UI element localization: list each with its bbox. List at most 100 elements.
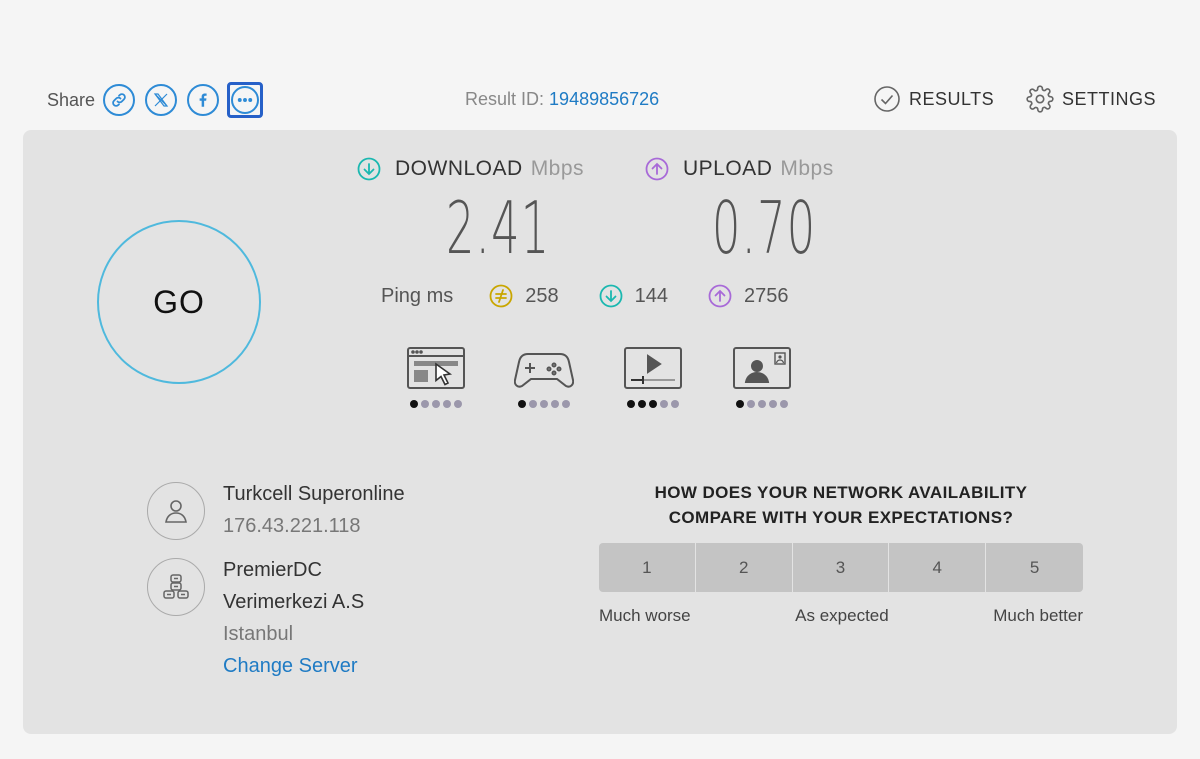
settings-label: SETTINGS bbox=[1062, 88, 1157, 109]
server-name-line2: Verimerkezi A.S bbox=[223, 591, 365, 613]
rating-dot-empty bbox=[443, 400, 451, 408]
isp-ip: 176.43.221.118 bbox=[223, 515, 361, 537]
rating-button-4[interactable]: 4 bbox=[889, 543, 986, 592]
server-city: Istanbul bbox=[223, 623, 294, 645]
usage-web-browsing[interactable] bbox=[406, 346, 466, 408]
download-speed: 2.41 bbox=[446, 186, 551, 270]
usage-gaming[interactable] bbox=[514, 346, 574, 408]
server-name-line1: PremierDC bbox=[223, 559, 322, 581]
rating-dot-empty bbox=[454, 400, 462, 408]
upload-label: UPLOAD bbox=[683, 157, 773, 180]
rating-button-3[interactable]: 3 bbox=[792, 543, 889, 592]
share-label: Share bbox=[47, 89, 96, 110]
rating-dot-empty bbox=[747, 400, 755, 408]
top-bar: Share Result ID: 19489856726 RESULTS SET… bbox=[0, 0, 1200, 130]
rating-dot-empty bbox=[769, 400, 777, 408]
usage-rating-dots bbox=[517, 400, 572, 408]
survey-question: HOW DOES YOUR NETWORK AVAILABILITY COMPA… bbox=[599, 480, 1083, 530]
result-id-value[interactable]: 19489856726 bbox=[549, 89, 659, 109]
result-id-label: Result ID: bbox=[465, 89, 545, 109]
ping-row: Ping ms 258 144 2756 bbox=[381, 284, 829, 308]
upload-latency-icon bbox=[708, 284, 732, 308]
isp-avatar bbox=[147, 482, 205, 540]
ping-download: 144 bbox=[599, 284, 668, 308]
rating-dot-empty bbox=[660, 400, 668, 408]
rating-dot-empty bbox=[551, 400, 559, 408]
results-label: RESULTS bbox=[909, 88, 995, 109]
rating-dot-empty bbox=[540, 400, 548, 408]
ping-download-value: 144 bbox=[634, 284, 668, 307]
facebook-icon bbox=[199, 93, 207, 107]
gear-icon bbox=[1026, 85, 1054, 113]
download-unit: Mbps bbox=[530, 157, 585, 180]
usage-rating-dots bbox=[409, 400, 464, 408]
rating-scale-labels: Much worse As expected Much better bbox=[599, 606, 1083, 626]
rating-dot-empty bbox=[529, 400, 537, 408]
video-call-icon bbox=[733, 347, 791, 389]
share-facebook-button[interactable] bbox=[187, 84, 220, 116]
rating-dot-filled bbox=[649, 400, 657, 408]
server-avatar bbox=[147, 558, 205, 616]
usage-rating-dots bbox=[735, 400, 790, 408]
share-bar: Share bbox=[47, 82, 273, 118]
network-survey: HOW DOES YOUR NETWORK AVAILABILITY COMPA… bbox=[599, 480, 1083, 626]
user-icon bbox=[165, 500, 187, 523]
rating-dot-empty bbox=[432, 400, 440, 408]
isp-info: Turkcell Superonline 176.43.221.118 bbox=[147, 482, 405, 542]
share-more-button[interactable] bbox=[227, 82, 264, 118]
download-label: DOWNLOAD bbox=[395, 157, 523, 180]
results-button[interactable]: RESULTS bbox=[873, 85, 994, 113]
upload-speed: 0.70 bbox=[712, 186, 817, 270]
server-info: PremierDC Verimerkezi A.S Istanbul Chang… bbox=[147, 558, 364, 682]
x-logo-icon bbox=[153, 93, 169, 107]
result-id: Result ID: 19489856726 bbox=[465, 89, 659, 110]
settings-button[interactable]: SETTINGS bbox=[1026, 85, 1156, 113]
web-browsing-icon bbox=[407, 347, 465, 389]
rating-dot-filled bbox=[638, 400, 646, 408]
share-x-button[interactable] bbox=[145, 84, 178, 116]
scale-mid-label: As expected bbox=[795, 606, 889, 625]
change-server-link[interactable]: Change Server bbox=[223, 650, 364, 682]
more-icon bbox=[237, 98, 253, 102]
rating-dot-filled bbox=[627, 400, 635, 408]
survey-question-line1: HOW DOES YOUR NETWORK AVAILABILITY bbox=[654, 483, 1028, 502]
link-icon bbox=[112, 93, 126, 107]
survey-question-line2: COMPARE WITH YOUR EXPECTATIONS? bbox=[668, 508, 1014, 527]
ping-upload: 2756 bbox=[708, 284, 789, 308]
rating-dot-filled bbox=[518, 400, 526, 408]
rating-scale: 1 2 3 4 5 bbox=[599, 543, 1083, 592]
video-streaming-icon bbox=[624, 347, 682, 389]
usage-rating-dots bbox=[626, 400, 681, 408]
upload-unit: Mbps bbox=[780, 157, 834, 180]
rating-dot-filled bbox=[410, 400, 418, 408]
rating-dot-empty bbox=[780, 400, 788, 408]
rating-dot-empty bbox=[758, 400, 766, 408]
scale-low-label: Much worse bbox=[599, 606, 691, 625]
go-button[interactable]: GO bbox=[97, 220, 261, 384]
share-link-button[interactable] bbox=[103, 84, 136, 116]
upload-header: UPLOAD Mbps bbox=[645, 157, 834, 181]
download-arrow-icon bbox=[357, 157, 381, 181]
rating-dot-filled bbox=[736, 400, 744, 408]
ping-upload-value: 2756 bbox=[744, 284, 789, 307]
rating-button-2[interactable]: 2 bbox=[695, 543, 792, 592]
download-header: DOWNLOAD Mbps bbox=[357, 157, 584, 181]
usage-video-call[interactable] bbox=[732, 346, 792, 408]
upload-arrow-icon bbox=[645, 157, 669, 181]
rating-button-5[interactable]: 5 bbox=[986, 543, 1083, 592]
rating-dot-empty bbox=[562, 400, 570, 408]
ping-label: Ping ms bbox=[381, 284, 454, 307]
idle-latency-icon bbox=[489, 284, 513, 308]
download-latency-icon bbox=[599, 284, 623, 308]
server-stack-icon bbox=[163, 574, 189, 599]
rating-button-1[interactable]: 1 bbox=[599, 543, 695, 592]
gaming-icon bbox=[514, 353, 574, 388]
rating-dot-empty bbox=[421, 400, 429, 408]
isp-name: Turkcell Superonline bbox=[223, 483, 405, 505]
ping-idle: 258 bbox=[489, 284, 559, 308]
rating-dot-empty bbox=[671, 400, 679, 408]
ping-idle-value: 258 bbox=[525, 284, 559, 307]
scale-high-label: Much better bbox=[993, 606, 1083, 625]
usage-video-streaming[interactable] bbox=[623, 346, 683, 408]
check-circle-icon bbox=[874, 86, 900, 112]
